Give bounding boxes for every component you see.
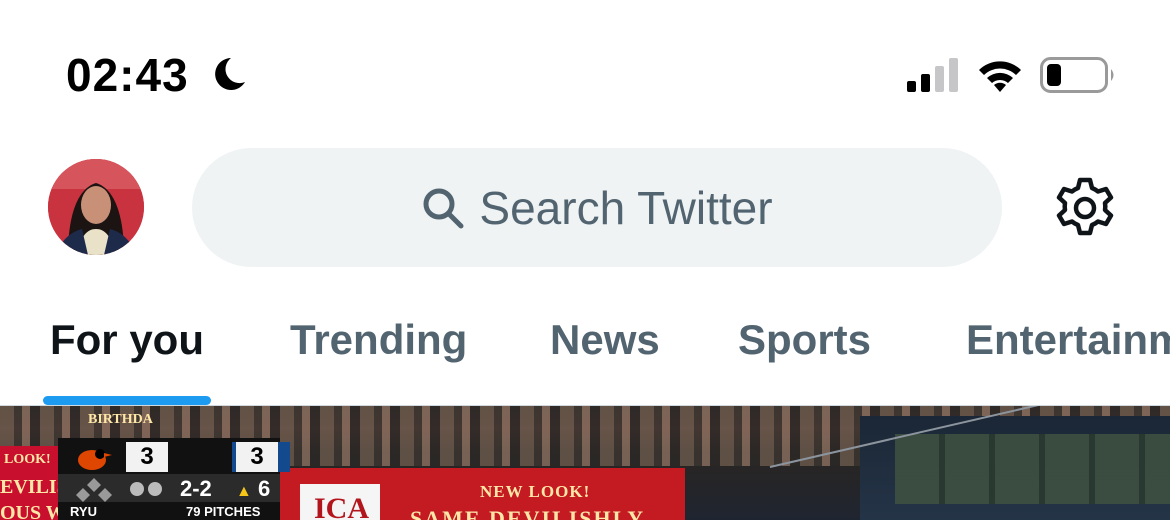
tab-bar: For you Trending News Sports Entertainme… — [0, 300, 1170, 406]
search-placeholder: Search Twitter — [479, 181, 773, 234]
search-icon — [423, 188, 464, 228]
home-score: 3 — [236, 442, 278, 472]
tab-sports[interactable]: Sports — [738, 316, 871, 364]
board-promo-line-2: SAME DEVILISHLY — [410, 506, 646, 520]
left-board-text-1: LOOK! — [4, 452, 51, 467]
inning-top-arrow-icon: ▲ — [236, 483, 252, 500]
inning: ▲ 6 — [236, 476, 270, 502]
status-bar: 02:43 — [0, 0, 1170, 130]
bases-icon — [76, 478, 112, 502]
profile-photo — [48, 159, 144, 255]
banner-text: BIRTHDA — [88, 412, 153, 427]
avatar[interactable] — [48, 159, 144, 255]
score-bug: 3 3 2-2 ▲ 6 RYU 79 PITCHES — [58, 438, 290, 520]
stadium-glass — [895, 434, 1170, 504]
pitch-total: 79 PITCHES — [186, 504, 261, 519]
away-score: 3 — [126, 442, 168, 472]
sponsor-logo-text: ICA — [314, 492, 370, 520]
tab-news[interactable]: News — [550, 316, 660, 364]
gear-icon[interactable] — [1053, 176, 1117, 240]
board-promo-line-1: NEW LOOK! — [480, 482, 591, 501]
orioles-logo-icon — [78, 449, 112, 470]
tab-entertainment[interactable]: Entertainment — [966, 316, 1170, 364]
outs-indicator — [130, 482, 166, 501]
tab-for-you[interactable]: For you — [50, 316, 204, 364]
active-tab-indicator — [43, 396, 211, 405]
wifi-icon — [979, 61, 1021, 92]
status-time: 02:43 — [66, 49, 189, 101]
cellular-signal-icon — [907, 58, 958, 92]
moon-icon — [215, 58, 245, 90]
sponsor-logo: ICA — [300, 484, 380, 520]
search-input[interactable]: Search Twitter — [192, 148, 1002, 267]
trending-media-image[interactable]: BIRTHDA LOOK! EVILISI OUS WI ICA NEW LOO… — [0, 406, 1170, 520]
pitch-count: 2-2 — [180, 476, 212, 501]
inning-number: 6 — [257, 476, 271, 501]
battery-icon — [1040, 57, 1114, 93]
pitcher-name: RYU — [70, 504, 97, 519]
tab-trending[interactable]: Trending — [290, 316, 467, 364]
